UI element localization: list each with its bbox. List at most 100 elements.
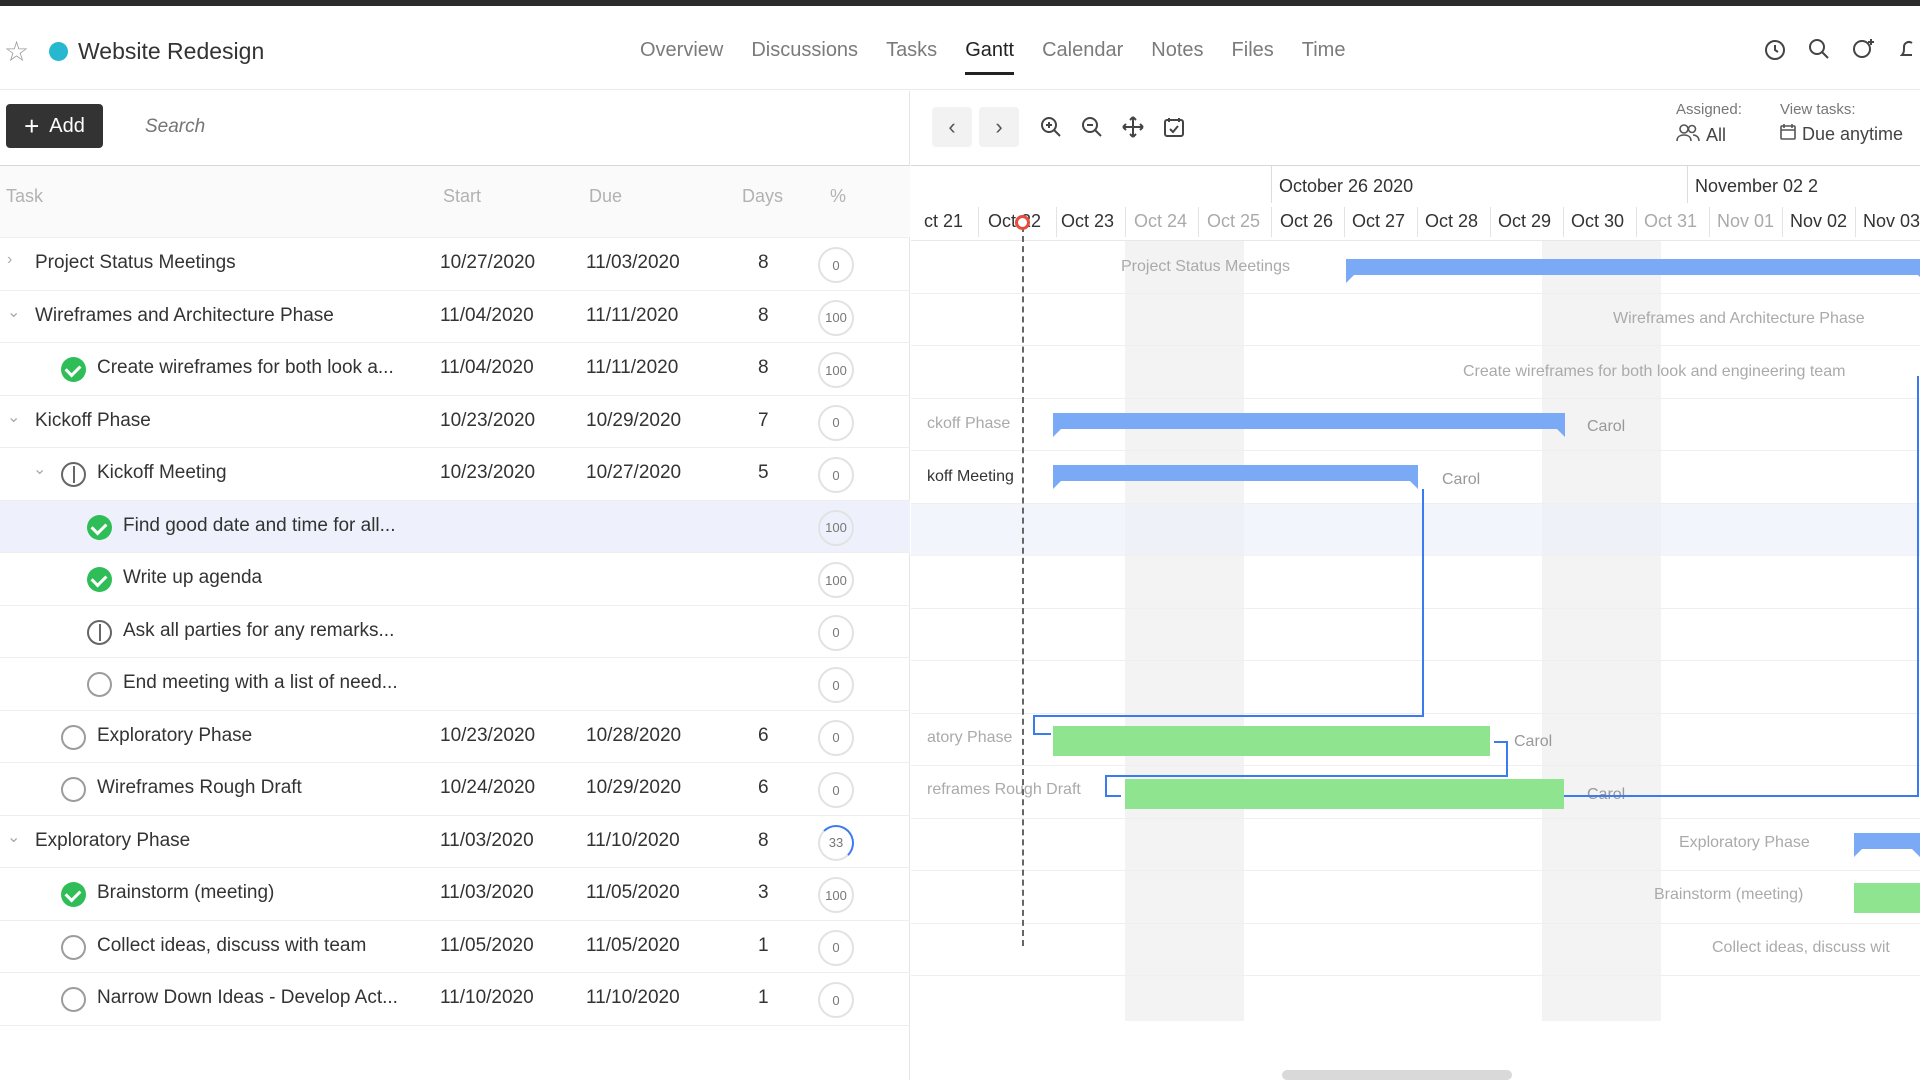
task-name[interactable]: Exploratory Phase — [97, 725, 252, 747]
previous-icon[interactable]: ‹ — [932, 107, 972, 147]
table-row[interactable]: Collect ideas, discuss with team 11/05/2… — [0, 921, 910, 973]
tab-tasks[interactable]: Tasks — [872, 39, 951, 75]
task-name[interactable]: Wireframes and Architecture Phase — [35, 305, 334, 327]
task-progress: 100 — [818, 352, 854, 388]
task-rows: › Project Status Meetings 10/27/2020 11/… — [0, 238, 910, 1026]
notifications-bell-icon[interactable] — [1894, 36, 1920, 62]
horizontal-scrollbar[interactable] — [1282, 1070, 1512, 1080]
task-days: 5 — [758, 462, 769, 483]
gantt-bar-task[interactable] — [1053, 726, 1490, 756]
task-name[interactable]: Brainstorm (meeting) — [97, 882, 274, 904]
column-percent[interactable]: % — [830, 186, 846, 207]
gantt-bar-summary[interactable] — [1346, 259, 1920, 283]
gantt-bar-task[interactable] — [1125, 779, 1564, 809]
task-open-checkbox[interactable] — [61, 777, 86, 802]
task-name[interactable]: Collect ideas, discuss with team — [97, 935, 366, 957]
tab-gantt[interactable]: Gantt — [951, 39, 1028, 75]
timer-icon[interactable] — [1762, 36, 1788, 62]
task-name[interactable]: Project Status Meetings — [35, 252, 236, 274]
tab-files[interactable]: Files — [1218, 39, 1288, 75]
today-calendar-icon[interactable] — [1154, 107, 1194, 147]
add-button[interactable]: + Add — [6, 104, 103, 148]
dependency-link — [1033, 715, 1424, 717]
task-name[interactable]: Wireframes Rough Draft — [97, 777, 302, 799]
task-progress: 0 — [818, 772, 854, 808]
fit-to-screen-icon[interactable] — [1113, 107, 1153, 147]
gantt-bar-task[interactable] — [1854, 883, 1920, 913]
task-due: 11/03/2020 — [586, 252, 680, 273]
task-name[interactable]: Exploratory Phase — [35, 830, 190, 852]
tab-notes[interactable]: Notes — [1137, 39, 1217, 75]
table-row[interactable]: ⌄ Kickoff Phase 10/23/2020 10/29/2020 7 … — [0, 396, 910, 448]
table-row[interactable]: ⌄ Kickoff Meeting 10/23/2020 10/27/2020 … — [0, 448, 910, 501]
task-name[interactable]: Kickoff Phase — [35, 410, 151, 432]
chevron-right-icon[interactable]: › — [7, 252, 21, 268]
chevron-down-icon[interactable]: ⌄ — [33, 462, 47, 478]
task-open-checkbox[interactable] — [61, 987, 86, 1012]
chevron-down-icon[interactable]: ⌄ — [7, 409, 21, 425]
table-row[interactable]: Find good date and time for all... 100 — [0, 500, 910, 553]
table-row[interactable]: › Project Status Meetings 10/27/2020 11/… — [0, 238, 910, 291]
calendar-icon — [1780, 124, 1796, 145]
assigned-filter[interactable]: Assigned: All — [1676, 101, 1742, 147]
next-icon[interactable]: › — [979, 107, 1019, 147]
star-icon[interactable]: ☆ — [4, 38, 29, 66]
table-row[interactable]: Write up agenda 100 — [0, 553, 910, 606]
task-start: 10/23/2020 — [440, 462, 536, 483]
dependency-link — [1906, 376, 1919, 797]
task-open-checkbox[interactable] — [87, 672, 112, 697]
table-row[interactable]: Narrow Down Ideas - Develop Act... 11/10… — [0, 973, 910, 1026]
table-row[interactable]: ⌄ Wireframes and Architecture Phase 11/0… — [0, 291, 910, 343]
project-title: Website Redesign — [78, 38, 265, 64]
table-row[interactable]: Brainstorm (meeting) 11/03/2020 11/05/20… — [0, 868, 910, 921]
table-row[interactable]: Exploratory Phase 10/23/2020 10/28/2020 … — [0, 711, 910, 763]
tab-discussions[interactable]: Discussions — [737, 39, 872, 75]
zoom-out-icon[interactable] — [1072, 107, 1112, 147]
table-row[interactable]: End meeting with a list of need... 0 — [0, 658, 910, 711]
search-icon[interactable] — [1806, 36, 1832, 62]
day-separator — [1855, 207, 1856, 237]
table-row[interactable]: Create wireframes for both look a... 11/… — [0, 343, 910, 396]
task-in-progress-checkbox[interactable] — [61, 462, 86, 487]
task-open-checkbox[interactable] — [61, 724, 86, 750]
task-name[interactable]: Find good date and time for all... — [123, 515, 396, 537]
view-tasks-filter[interactable]: View tasks: Due anytime — [1780, 101, 1903, 145]
zoom-in-icon[interactable] — [1031, 107, 1071, 147]
task-start: 11/10/2020 — [440, 987, 534, 1008]
task-name[interactable]: Write up agenda — [123, 567, 262, 589]
task-name[interactable]: End meeting with a list of need... — [123, 672, 398, 694]
table-row[interactable]: Wireframes Rough Draft 10/24/2020 10/29/… — [0, 763, 910, 816]
task-complete-checkbox[interactable] — [87, 567, 112, 592]
task-complete-checkbox[interactable] — [87, 514, 112, 540]
view-tasks-value: Due anytime — [1802, 124, 1904, 144]
gantt-bar-summary[interactable] — [1854, 833, 1920, 857]
column-days[interactable]: Days — [742, 186, 783, 207]
column-task[interactable]: Task — [6, 186, 43, 207]
task-complete-checkbox[interactable] — [61, 357, 86, 382]
column-due[interactable]: Due — [589, 186, 622, 207]
task-open-checkbox[interactable] — [61, 934, 86, 960]
task-complete-checkbox[interactable] — [61, 882, 86, 907]
gantt-bar-summary[interactable] — [1053, 413, 1565, 437]
tab-overview[interactable]: Overview — [626, 39, 737, 75]
gantt-assignee: Carol — [1442, 471, 1481, 488]
task-name[interactable]: Ask all parties for any remarks... — [123, 620, 394, 642]
day-label: Oct 31 — [1644, 211, 1698, 231]
tab-calendar[interactable]: Calendar — [1028, 39, 1137, 75]
table-row[interactable]: ⌄ Exploratory Phase 11/03/2020 11/10/202… — [0, 816, 910, 868]
task-name[interactable]: Kickoff Meeting — [97, 462, 227, 484]
task-name[interactable]: Narrow Down Ideas - Develop Act... — [97, 987, 398, 1009]
task-in-progress-checkbox[interactable] — [87, 619, 112, 645]
gantt-bar-summary[interactable] — [1053, 465, 1418, 489]
table-row[interactable]: Ask all parties for any remarks... 0 — [0, 606, 910, 658]
tab-time[interactable]: Time — [1288, 39, 1360, 75]
day-label: Oct 24 — [1134, 211, 1188, 231]
search-input[interactable] — [145, 116, 445, 138]
today-marker — [1015, 215, 1030, 230]
chevron-down-icon[interactable]: ⌄ — [7, 304, 21, 320]
quick-add-icon[interactable] — [1850, 36, 1876, 62]
column-start[interactable]: Start — [443, 186, 481, 207]
day-separator — [1125, 207, 1126, 237]
task-name[interactable]: Create wireframes for both look a... — [97, 357, 394, 379]
chevron-down-icon[interactable]: ⌄ — [7, 829, 21, 845]
